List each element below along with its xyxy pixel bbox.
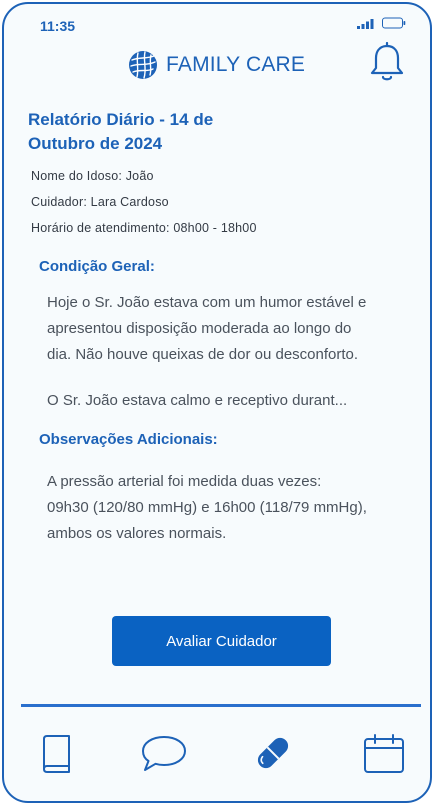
general-condition-text: Hoje o Sr. João estava com um humor está…: [47, 290, 407, 414]
book-icon[interactable]: [40, 734, 72, 774]
brand-logo: FAMILY CARE: [128, 50, 305, 80]
general-line-3: dia. Não houve queixas de dor ou desconf…: [47, 346, 359, 363]
patient-name: Nome do Idoso: João: [31, 169, 154, 183]
section-title-general: Condição Geral:: [39, 258, 155, 275]
chat-bubble-icon[interactable]: [139, 734, 189, 774]
notes-line-3: ambos os valores normais.: [47, 525, 227, 542]
notes-line-1: A pressão arterial foi medida duas vezes…: [47, 473, 322, 490]
general-line-2: apresentou disposição moderada ao longo …: [47, 320, 352, 337]
phone-frame: 11:35 FAMILY CARE Relatório Diário - 14 …: [2, 2, 432, 803]
battery-icon: [382, 17, 406, 29]
report-title-line-1: Relatório Diário - 14 de: [28, 110, 214, 129]
signal-bars-icon: [357, 19, 374, 29]
caregiver-name: Cuidador: Lara Cardoso: [31, 195, 169, 209]
report-title-line-2: Outubro de 2024: [28, 134, 163, 153]
notes-line-2: 09h30 (120/80 mmHg) e 16h00 (118/79 mmHg…: [47, 499, 367, 516]
section-title-notes: Observações Adicionais:: [39, 431, 218, 448]
pill-icon[interactable]: [252, 732, 294, 774]
service-hours: Horário de atendimento: 08h00 - 18h00: [31, 221, 257, 235]
notes-text: A pressão arterial foi medida duas vezes…: [47, 469, 407, 547]
general-line-1: Hoje o Sr. João estava com um humor está…: [47, 294, 367, 311]
bell-icon[interactable]: [368, 42, 406, 84]
globe-logo-icon: [129, 51, 157, 79]
report-title: Relatório Diário - 14 de Outubro de 2024: [28, 108, 268, 156]
brand-name: FAMILY CARE: [166, 53, 306, 76]
rate-caregiver-button[interactable]: Avaliar Cuidador: [112, 616, 331, 666]
bottom-nav-divider: [21, 704, 421, 707]
general-line-4: O Sr. João estava calmo e receptivo dura…: [47, 392, 348, 409]
status-time: 11:35: [40, 18, 76, 34]
calendar-icon[interactable]: [362, 733, 406, 775]
